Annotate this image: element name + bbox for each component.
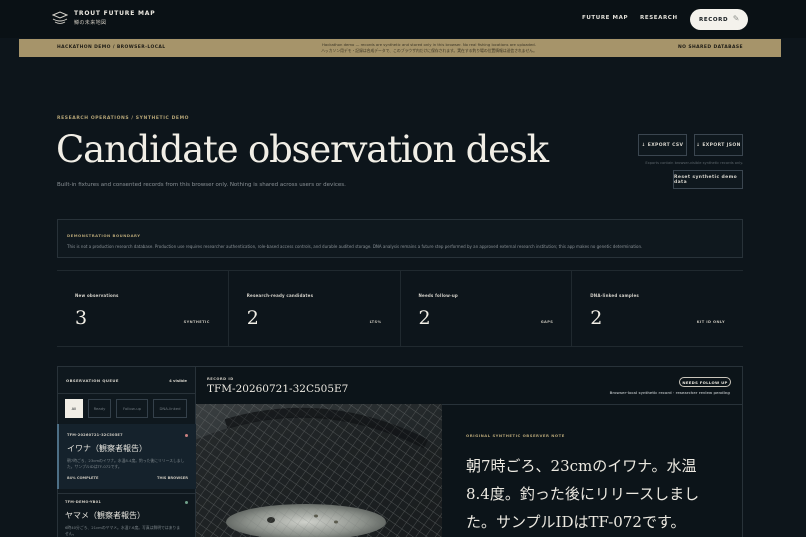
brand-title: TROUT FUTURE MAP bbox=[74, 10, 156, 17]
banner-text-ja: ハッカソン用デモ・記録は合成データで、このブラウザ内だけに保存されます。実在する… bbox=[321, 48, 537, 53]
demonstration-boundary: DEMONSTRATION BOUNDARY This is not a pro… bbox=[57, 219, 743, 258]
stat-value: 2 bbox=[590, 307, 603, 329]
queue-title: OBSERVATION QUEUE bbox=[66, 378, 119, 383]
queue-item-source: THIS BROWSER bbox=[157, 476, 188, 480]
status-dot bbox=[185, 501, 188, 504]
record-button[interactable]: RECORD ✎ bbox=[690, 9, 748, 30]
boundary-text: This is not a production research databa… bbox=[67, 244, 643, 249]
banner-right: NO SHARED DATABASE bbox=[678, 45, 743, 50]
nav-future-map[interactable]: FUTURE MAP bbox=[582, 15, 628, 21]
top-navigation: TROUT FUTURE MAP 鱒の未来地図 FUTURE MAP RESEA… bbox=[0, 0, 806, 38]
stat-label: Needs follow-up bbox=[418, 293, 458, 298]
reset-demo-button[interactable]: Reset synthetic demo data bbox=[673, 170, 743, 189]
stat-label: DNA-linked samples bbox=[590, 293, 639, 298]
export-note: Exports contain browser-visible syntheti… bbox=[645, 161, 743, 165]
status-dot bbox=[185, 434, 188, 437]
record-label: RECORD ID bbox=[207, 377, 234, 381]
queue-item-selected[interactable]: TFM-20260721-32C505E7 イワナ（観察者報告） 朝7時ごろ、2… bbox=[57, 424, 196, 489]
filter-all[interactable]: All bbox=[65, 399, 83, 418]
page-eyebrow: RESEARCH OPERATIONS / SYNTHETIC DEMO bbox=[57, 116, 190, 121]
follow-up-badge: NEEDS FOLLOW UP bbox=[679, 377, 731, 387]
record-subtitle: Browser-local synthetic record · researc… bbox=[609, 391, 730, 395]
queue-item-desc: 朝7時ごろ、23cmのイワナ。水温8.4度。釣った後にリリースしました。サンプル… bbox=[67, 458, 185, 469]
export-csv-button[interactable]: ↓ EXPORT CSV bbox=[638, 134, 687, 156]
brand-subtitle: 鱒の未来地図 bbox=[74, 20, 107, 26]
filter-follow-up[interactable]: Follow-up bbox=[116, 399, 148, 418]
stat-dna-linked: DNA-linked samples 2 KIT ID ONLY bbox=[572, 271, 743, 346]
queue-item-desc: 6時40分ごろ、21cmのヤマメ。水温7.6度。写真は鮮明ではありません。 bbox=[65, 525, 181, 536]
banner-center: Hackathon demo — records are synthetic a… bbox=[219, 42, 639, 54]
queue-item-id: TFM-20260721-32C505E7 bbox=[67, 433, 123, 437]
trout-net-photo bbox=[196, 404, 442, 537]
filter-dna-linked[interactable]: DNA-linked bbox=[153, 399, 187, 418]
trout-logo-icon bbox=[52, 11, 68, 24]
stat-tag: SYNTHETIC bbox=[183, 320, 210, 324]
pencil-icon: ✎ bbox=[732, 14, 740, 23]
banner-left: HACKATHON DEMO / BROWSER-LOCAL bbox=[57, 45, 166, 50]
boundary-title: DEMONSTRATION BOUNDARY bbox=[67, 233, 141, 238]
stat-tag: GAPS bbox=[540, 320, 554, 324]
stat-value: 2 bbox=[418, 307, 431, 329]
filter-ready[interactable]: Ready bbox=[88, 399, 111, 418]
stat-tag: LTS% bbox=[369, 320, 382, 324]
stat-label: New observations bbox=[75, 293, 119, 298]
stat-value: 2 bbox=[246, 307, 259, 329]
stat-label: Research-ready candidates bbox=[246, 293, 314, 298]
queue-item-complete: 84% COMPLETE bbox=[67, 476, 99, 480]
queue-item-id: TFM-DEMO-YB01 bbox=[65, 500, 102, 504]
queue-item[interactable]: TFM-DEMO-YB01 ヤマメ（観察者報告） 6時40分ごろ、21cmのヤマ… bbox=[57, 493, 196, 537]
stats-row: New observations 3 SYNTHETIC Research-re… bbox=[57, 270, 743, 347]
demo-banner: HACKATHON DEMO / BROWSER-LOCAL Hackathon… bbox=[19, 39, 781, 57]
stat-new-observations: New observations 3 SYNTHETIC bbox=[57, 271, 229, 346]
queue-item-name: イワナ（観察者報告） bbox=[67, 444, 147, 453]
queue-item-name: ヤマメ（観察者報告） bbox=[65, 511, 145, 520]
brand[interactable]: TROUT FUTURE MAP 鱒の未来地図 bbox=[52, 10, 155, 26]
stat-tag: KIT ID ONLY bbox=[696, 320, 725, 324]
stat-research-ready: Research-ready candidates 2 LTS% bbox=[229, 271, 401, 346]
export-json-button[interactable]: ↓ EXPORT JSON bbox=[694, 134, 743, 156]
observer-note: 朝7時ごろ、23cmのイワナ。水温8.4度。釣った後にリリースしました。サンプル… bbox=[466, 457, 700, 531]
nav-research[interactable]: RESEARCH bbox=[640, 15, 678, 21]
record-id: TFM-20260721-32C505E7 bbox=[207, 383, 349, 395]
divider bbox=[58, 393, 195, 394]
record-button-label: RECORD bbox=[699, 16, 729, 23]
stat-needs-follow-up: Needs follow-up 2 GAPS bbox=[401, 271, 573, 346]
note-label: ORIGINAL SYNTHETIC OBSERVER NOTE bbox=[466, 433, 565, 438]
queue-count: 4 visible bbox=[169, 378, 187, 383]
page-subtitle: Built-in fixtures and consented records … bbox=[57, 182, 346, 188]
observation-photo[interactable] bbox=[196, 404, 442, 537]
page-title: Candidate observation desk bbox=[56, 128, 549, 171]
stat-value: 3 bbox=[75, 307, 88, 329]
